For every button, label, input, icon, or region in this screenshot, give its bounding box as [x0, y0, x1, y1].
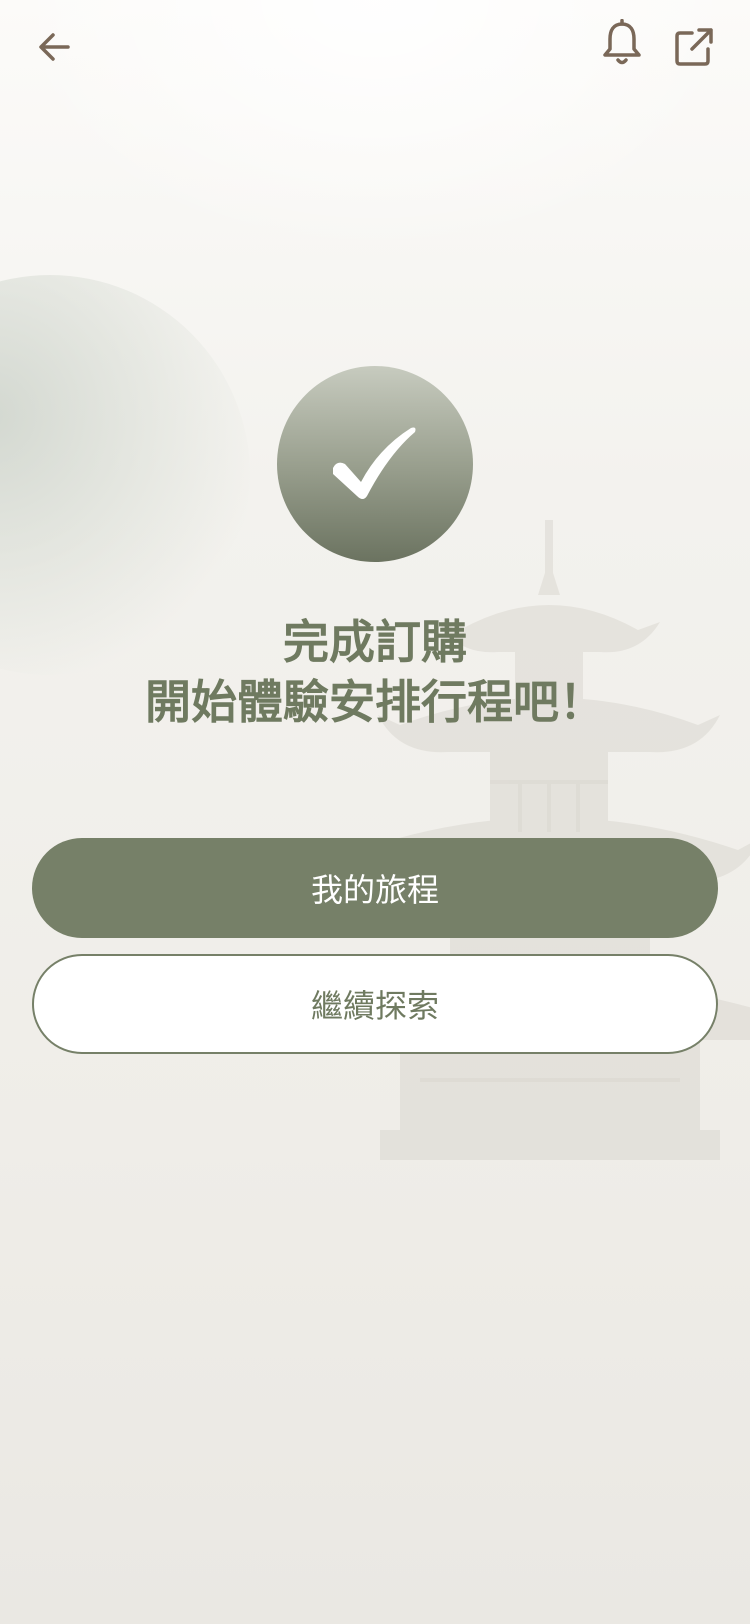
continue-exploring-button-label: 繼續探索 [310, 987, 439, 1025]
share-button[interactable] [666, 19, 722, 75]
my-trips-button-label: 我的旅程 [310, 871, 439, 909]
order-complete-screen: 完成訂購 開始體驗安排行程吧！ 我的旅程 繼續探索 [0, 0, 750, 1624]
bell-icon [603, 19, 641, 65]
my-trips-button[interactable]: 我的旅程 [32, 838, 718, 938]
title-line-2: 開始體驗安排行程吧！ [145, 675, 605, 729]
title-line-1: 完成訂購 [283, 615, 467, 669]
back-button[interactable] [26, 19, 82, 75]
continue-exploring-button[interactable]: 繼續探索 [32, 954, 718, 1054]
checkmark-icon [333, 427, 416, 499]
top-navigation-bar [0, 0, 750, 100]
success-badge [277, 366, 473, 562]
notification-button[interactable] [594, 16, 650, 72]
arrow-left-icon [39, 33, 70, 61]
external-link-icon [675, 28, 713, 66]
completion-message: 完成訂購 開始體驗安排行程吧！ [0, 612, 750, 732]
